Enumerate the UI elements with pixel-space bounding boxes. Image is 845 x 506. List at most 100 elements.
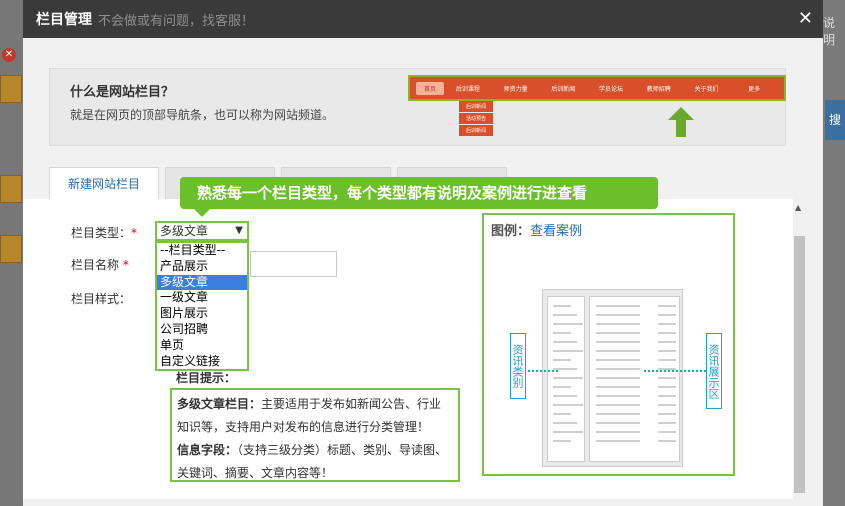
example-placeholder-line [658, 314, 676, 316]
example-placeholder-line [553, 341, 577, 343]
example-connector [528, 370, 558, 372]
nav-demo-subitem: 活动预告 [459, 113, 493, 124]
close-circle-icon: ✕ [2, 48, 16, 62]
example-placeholder-line [658, 341, 676, 343]
view-case-link[interactable]: 查看案例 [530, 224, 582, 239]
dropdown-option[interactable]: 产品展示 [157, 259, 247, 275]
example-placeholder-line [658, 440, 676, 442]
example-placeholder-line [596, 350, 640, 352]
example-placeholder-line [596, 386, 640, 388]
example-placeholder-line [553, 404, 583, 406]
example-placeholder-line [596, 323, 640, 325]
example-placeholder-line [596, 440, 640, 442]
example-placeholder-line [658, 395, 676, 397]
example-placeholder-line [658, 323, 676, 325]
example-box: 图例：查看案例 资讯类别 资讯展示区 [482, 213, 735, 476]
close-icon[interactable]: ✕ [798, 8, 813, 29]
style-label: 栏目样式： [71, 292, 132, 306]
chevron-down-icon: ▼ [235, 225, 243, 236]
arrow-up-icon [668, 107, 694, 137]
example-placeholder-line [596, 431, 640, 433]
example-placeholder-line [596, 341, 640, 343]
example-placeholder-line [553, 422, 577, 424]
example-placeholder-line [596, 359, 640, 361]
example-category-tag: 资讯类别 [510, 333, 526, 399]
example-placeholder-line [596, 305, 640, 307]
example-category-column [547, 296, 585, 462]
dropdown-option[interactable]: --栏目类型-- [157, 243, 247, 259]
example-placeholder-line [553, 350, 583, 352]
tip-callout: 熟悉每一个栏目类型，每个类型都有说明及案例进行进查看 [180, 177, 658, 217]
intro-question: 什么是网站栏目？ [70, 85, 175, 100]
example-placeholder-line [553, 377, 583, 379]
nav-demo-item: 后训新闻 [551, 85, 576, 93]
tab-new-column[interactable]: 新建网站栏目 [49, 167, 159, 200]
example-placeholder-line [596, 368, 640, 370]
nav-demo-item: 后训课程 [455, 85, 480, 93]
scrollbar[interactable]: ▲ [793, 199, 806, 499]
example-title: 图例：查看案例 [491, 224, 583, 239]
example-placeholder-line [658, 422, 676, 424]
name-label: 栏目名称 * [71, 258, 129, 272]
nav-demo-subitem: 后训新闻 [459, 101, 493, 112]
dialog-header: 栏目管理 不会做或有问题，找客服！ ✕ [23, 0, 823, 38]
example-placeholder-line [596, 314, 640, 316]
nav-demo-item: 教师招聘 [646, 85, 671, 93]
example-placeholder-line [658, 350, 676, 352]
dropdown-option[interactable]: 图片展示 [157, 306, 247, 322]
nav-demo-subitem: 后训新闻 [459, 125, 493, 136]
example-placeholder-line [553, 332, 571, 334]
selected-type: 多级文章 [160, 224, 209, 238]
example-placeholder-line [596, 422, 640, 424]
example-placeholder-line [553, 431, 583, 433]
example-placeholder-line [553, 440, 571, 442]
nav-demo-item: 师资力量 [503, 85, 528, 93]
example-placeholder-line [658, 431, 676, 433]
background-text: 说明 [823, 16, 836, 47]
dropdown-option[interactable]: 一级文章 [157, 290, 247, 306]
example-placeholder-line [553, 314, 577, 316]
example-placeholder-line [658, 305, 676, 307]
dropdown-option[interactable]: 公司招聘 [157, 322, 247, 338]
dropdown-option[interactable]: 单页 [157, 338, 247, 354]
example-placeholder-line [553, 386, 571, 388]
dropdown-option[interactable]: 自定义链接 [157, 354, 247, 370]
column-type-select[interactable]: 多级文章 ▼ [155, 221, 249, 241]
background-left-bar: ✕ [0, 0, 24, 506]
example-placeholder-line [553, 395, 577, 397]
example-placeholder-line [658, 413, 676, 415]
type-fields: 信息字段：（支持三级分类）标题、类别、导读图、关键词、摘要、文章内容等！ [177, 443, 448, 480]
nav-demo-submenu: 后训新闻 活动预告 后训新闻 [459, 101, 493, 136]
column-name-input[interactable] [250, 251, 337, 277]
edit-icon [0, 175, 22, 203]
scrollbar-thumb[interactable] [794, 236, 805, 493]
example-connector [644, 370, 706, 372]
intro-box: 什么是网站栏目？ 就是在网页的顶部导航条，也可以称为网站频道。 首页 后训课程 … [49, 68, 786, 146]
type-description: 多级文章栏目：主要适用于发布如新闻公告、行业知识等，支持用户对发布的信息进行分类… [177, 397, 442, 434]
column-type-dropdown[interactable]: --栏目类型-- 产品展示 多级文章 一级文章 图片展示 公司招聘 单页 自定义… [155, 241, 249, 371]
nav-demo-item: 更多 [748, 85, 761, 93]
example-list-column [589, 296, 680, 462]
example-placeholder-line [596, 377, 640, 379]
scroll-up-icon[interactable]: ▲ [795, 203, 801, 212]
example-placeholder-line [658, 377, 676, 379]
hint-title: 栏目提示： [176, 371, 237, 385]
nav-demo-illustration: 首页 后训课程 师资力量 后训新闻 学员论坛 教师招聘 关于我们 更多 [408, 75, 786, 101]
example-placeholder-line [658, 332, 676, 334]
dialog-title: 栏目管理 [36, 12, 92, 28]
example-placeholder-line [658, 359, 676, 361]
example-placeholder-line [596, 413, 640, 415]
example-placeholder-line [596, 404, 640, 406]
dialog-subtitle[interactable]: 不会做或有问题，找客服！ [98, 10, 254, 29]
example-illustration [542, 289, 683, 467]
type-label: 栏目类型：* [71, 226, 138, 240]
intro-answer: 就是在网页的顶部导航条，也可以称为网站频道。 [70, 108, 335, 122]
edit-icon [0, 235, 22, 263]
edit-icon [0, 75, 22, 103]
dropdown-option-selected[interactable]: 多级文章 [157, 274, 247, 291]
example-placeholder-line [553, 413, 571, 415]
example-placeholder-line [553, 323, 583, 325]
nav-demo-item: 关于我们 [694, 85, 719, 93]
example-display-tag: 资讯展示区 [706, 333, 722, 409]
nav-demo-item: 首页 [416, 81, 444, 95]
